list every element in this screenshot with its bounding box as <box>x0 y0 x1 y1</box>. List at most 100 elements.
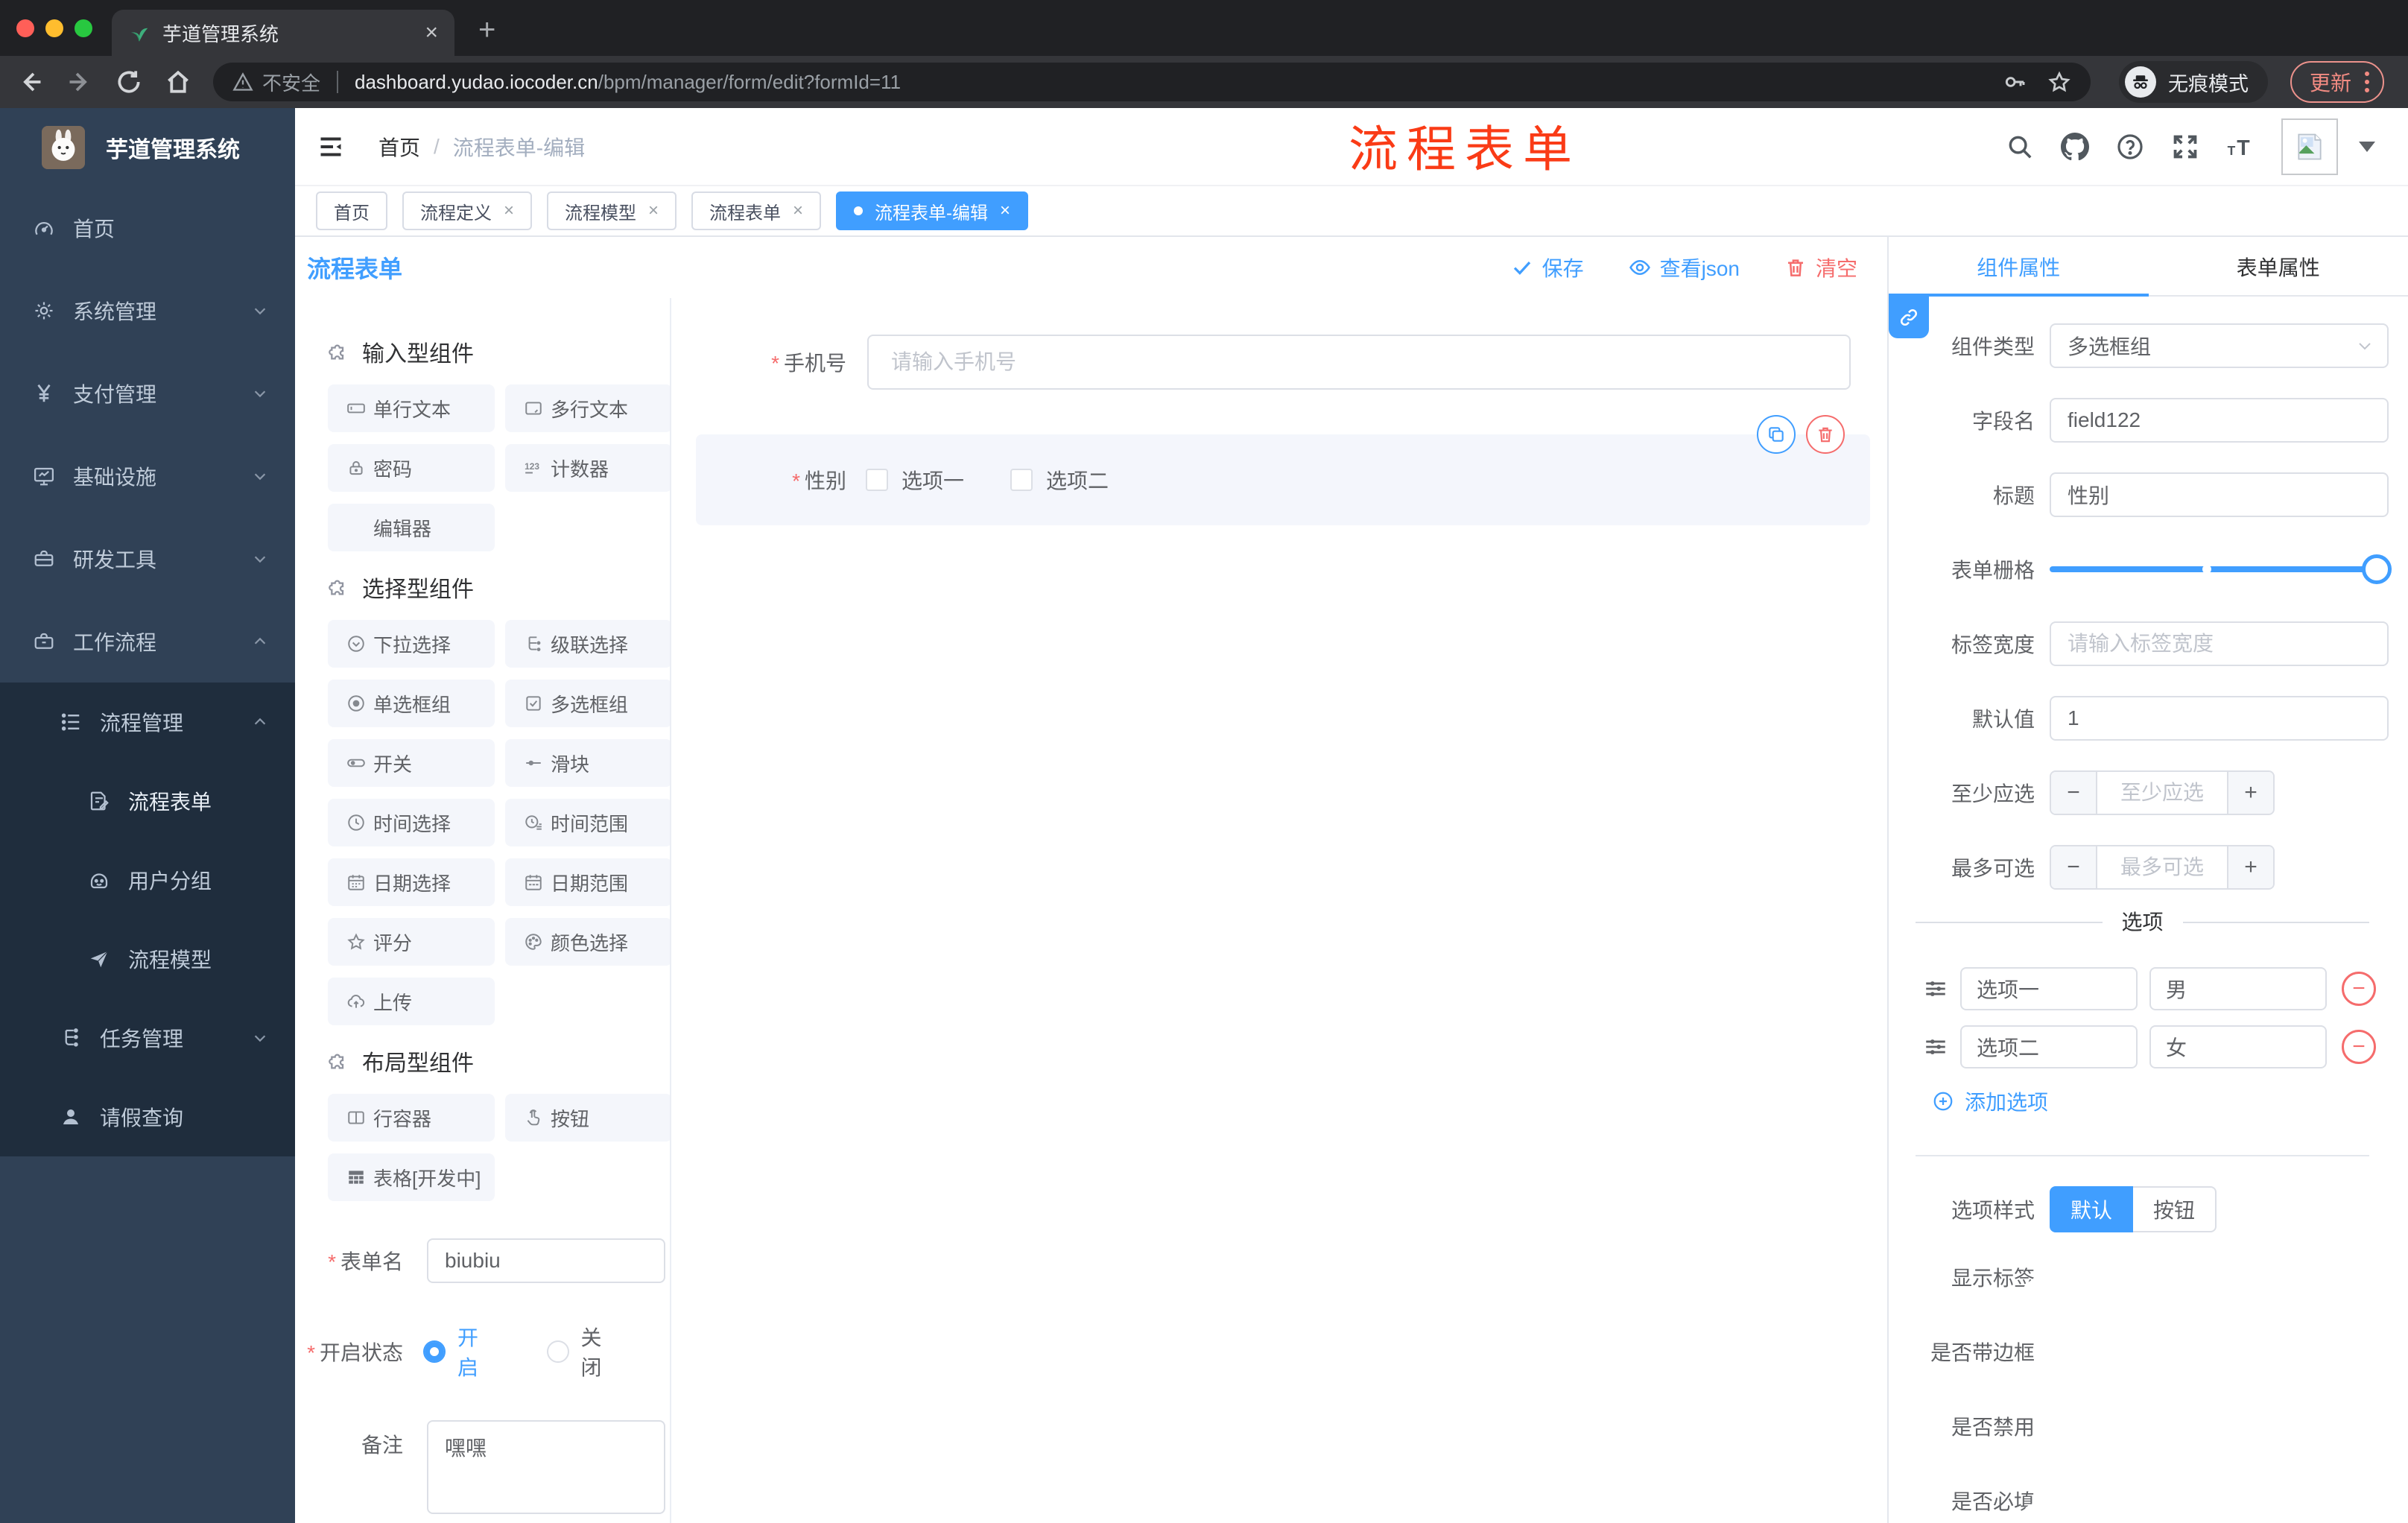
reload-icon[interactable] <box>115 68 143 96</box>
style-default-button[interactable]: 默认 <box>2050 1186 2133 1232</box>
forward-icon[interactable] <box>66 68 94 96</box>
bookmark-star-icon[interactable] <box>2047 70 2071 94</box>
phone-input[interactable] <box>867 335 1851 390</box>
zoom-window-button[interactable] <box>75 19 92 37</box>
palette-item-date-range[interactable]: 日期范围 <box>505 858 670 906</box>
sidebar-item-task-management[interactable]: 任务管理 <box>0 998 295 1077</box>
option-label-input[interactable] <box>1960 967 2138 1010</box>
address-bar[interactable]: 不安全 dashboard.yudao.iocoder.cn /bpm/mana… <box>213 63 2091 101</box>
slider-handle[interactable] <box>2362 554 2392 584</box>
palette-item-table[interactable]: 表格[开发中] <box>328 1153 495 1201</box>
browser-update-button[interactable]: 更新 <box>2290 61 2385 103</box>
minimize-window-button[interactable] <box>45 19 63 37</box>
view-json-button[interactable]: 查看json <box>1629 253 1740 282</box>
drag-handle-icon[interactable] <box>1923 976 1948 1001</box>
tab-form-props[interactable]: 表单属性 <box>2149 237 2408 297</box>
option-label-input[interactable] <box>1960 1025 2138 1068</box>
palette-item-color-picker[interactable]: 颜色选择 <box>505 918 670 966</box>
max-input[interactable] <box>2097 846 2227 888</box>
slider-track[interactable] <box>2050 554 2392 584</box>
tag-process-definition[interactable]: 流程定义 × <box>402 191 533 230</box>
status-off-radio[interactable]: 关闭 <box>546 1322 621 1381</box>
increase-button[interactable]: + <box>2227 846 2273 888</box>
sidebar-item-process-form[interactable]: 流程表单 <box>0 762 295 840</box>
palette-item-editor[interactable]: 编辑器 <box>328 504 495 551</box>
browser-menu-icon[interactable] <box>2365 72 2370 92</box>
sidebar-item-infra[interactable]: 基础设施 <box>0 434 295 517</box>
field-name-input[interactable] <box>2050 398 2389 443</box>
search-icon[interactable] <box>2006 133 2034 161</box>
label-width-input[interactable] <box>2050 621 2389 666</box>
sidebar-item-process-model[interactable]: 流程模型 <box>0 919 295 998</box>
avatar-caret-icon[interactable] <box>2359 141 2375 152</box>
palette-item-switch[interactable]: 开关 <box>328 739 495 787</box>
drag-handle-icon[interactable] <box>1923 1034 1948 1060</box>
avatar[interactable] <box>2281 118 2338 175</box>
palette-item-checkbox-group[interactable]: 多选框组 <box>505 680 670 727</box>
tag-close-icon[interactable]: × <box>648 200 659 221</box>
default-value-input[interactable] <box>2050 696 2389 741</box>
duplicate-component-button[interactable] <box>1757 415 1796 454</box>
remove-option-button[interactable]: − <box>2342 1030 2376 1064</box>
tag-close-icon[interactable]: × <box>793 200 803 221</box>
sidebar-item-user-groups[interactable]: 用户分组 <box>0 840 295 919</box>
delete-component-button[interactable] <box>1806 415 1845 454</box>
title-input[interactable] <box>2050 472 2389 517</box>
palette-item-button[interactable]: 按钮 <box>505 1094 670 1142</box>
tab-close-button[interactable]: × <box>425 22 438 44</box>
clear-button[interactable]: 清空 <box>1784 253 1857 282</box>
tag-close-icon[interactable]: × <box>1000 200 1010 221</box>
palette-item-radio-group[interactable]: 单选框组 <box>328 680 495 727</box>
font-size-icon[interactable]: TT <box>2226 133 2255 161</box>
tag-home[interactable]: 首页 <box>316 191 387 230</box>
palette-item-password[interactable]: 密码 <box>328 444 495 492</box>
tag-close-icon[interactable]: × <box>504 200 514 221</box>
gender-option-2-checkbox[interactable]: 选项二 <box>1010 465 1109 495</box>
sidebar-item-leave-query[interactable]: 请假查询 <box>0 1077 295 1156</box>
link-tab[interactable] <box>1889 297 1929 338</box>
component-type-select[interactable] <box>2050 323 2389 368</box>
decrease-button[interactable]: − <box>2051 772 2097 814</box>
gender-option-1-checkbox[interactable]: 选项一 <box>866 465 964 495</box>
palette-item-rate[interactable]: 评分 <box>328 918 495 966</box>
tab-component-props[interactable]: 组件属性 <box>1889 237 2149 297</box>
tag-process-form-edit[interactable]: 流程表单-编辑 × <box>836 191 1029 230</box>
form-name-input[interactable] <box>427 1238 665 1283</box>
form-remark-textarea[interactable]: 嘿嘿 <box>427 1420 665 1514</box>
gender-field-selected[interactable]: * 性别 选项一 选项二 <box>696 415 1870 525</box>
sidebar-collapse-icon[interactable] <box>317 133 344 160</box>
browser-tab[interactable]: 芋道管理系统 × <box>112 10 454 56</box>
save-button[interactable]: 保存 <box>1511 253 1584 282</box>
password-key-icon[interactable] <box>2003 70 2027 94</box>
palette-item-counter[interactable]: 123 计数器 <box>505 444 670 492</box>
sidebar-item-workflow[interactable]: 工作流程 <box>0 600 295 683</box>
increase-button[interactable]: + <box>2227 772 2273 814</box>
remove-option-button[interactable]: − <box>2342 972 2376 1006</box>
option-value-input[interactable] <box>2149 1025 2327 1068</box>
breadcrumb-home[interactable]: 首页 <box>378 132 420 162</box>
palette-item-row-container[interactable]: 行容器 <box>328 1094 495 1142</box>
palette-item-cascader[interactable]: 级联选择 <box>505 620 670 668</box>
close-window-button[interactable] <box>16 19 34 37</box>
sidebar-item-home[interactable]: 首页 <box>0 186 295 269</box>
github-icon[interactable] <box>2061 132 2089 161</box>
palette-item-select[interactable]: 下拉选择 <box>328 620 495 668</box>
help-icon[interactable] <box>2116 133 2144 161</box>
decrease-button[interactable]: − <box>2051 846 2097 888</box>
tag-process-form[interactable]: 流程表单 × <box>691 191 822 230</box>
sidebar-item-devtools[interactable]: 研发工具 <box>0 517 295 600</box>
option-value-input[interactable] <box>2149 967 2327 1010</box>
status-on-radio[interactable]: 开启 <box>423 1322 498 1381</box>
fullscreen-icon[interactable] <box>2171 133 2199 161</box>
phone-field[interactable]: * 手机号 <box>671 335 1887 390</box>
palette-item-date-picker[interactable]: 日期选择 <box>328 858 495 906</box>
grid-slider[interactable] <box>2050 547 2392 592</box>
sidebar-item-process-management[interactable]: 流程管理 <box>0 683 295 762</box>
palette-item-slider[interactable]: 滑块 <box>505 739 670 787</box>
back-icon[interactable] <box>16 68 45 96</box>
tag-process-model[interactable]: 流程模型 × <box>547 191 677 230</box>
palette-item-multi-line-text[interactable]: 多行文本 <box>505 384 670 432</box>
palette-item-time-picker[interactable]: 时间选择 <box>328 799 495 846</box>
style-button-button[interactable]: 按钮 <box>2133 1186 2217 1232</box>
palette-item-single-line-text[interactable]: 单行文本 <box>328 384 495 432</box>
